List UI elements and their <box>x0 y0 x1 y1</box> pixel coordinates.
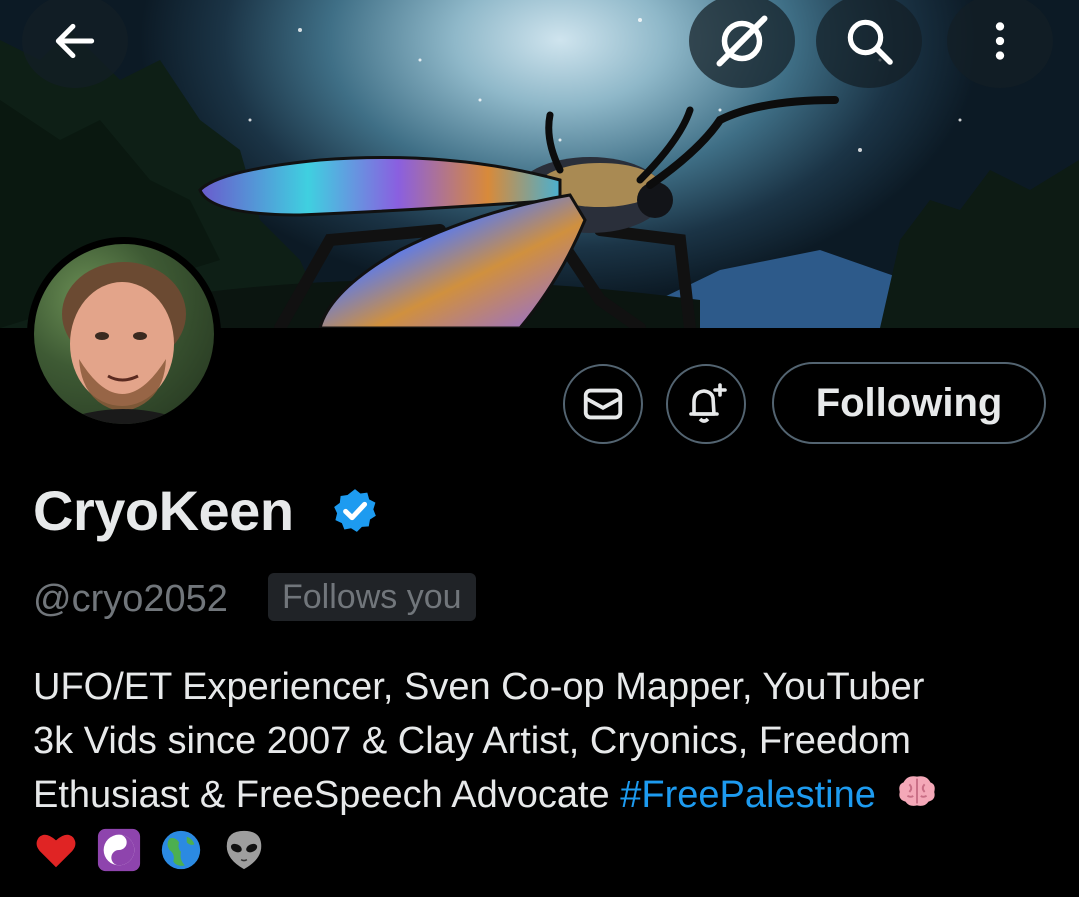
verified-badge-icon[interactable] <box>330 486 380 536</box>
hashtag-link[interactable]: #FreePalestine <box>620 774 876 816</box>
notifications-button[interactable] <box>666 364 746 444</box>
red-heart-emoji <box>36 834 76 868</box>
handle: @cryo2052 <box>33 578 228 620</box>
bio: UFO/ET Experiencer, Sven Co-op Mapper, Y… <box>33 660 1053 880</box>
follows-you-badge: Follows you <box>268 573 476 621</box>
more-vertical-icon <box>995 22 1005 60</box>
following-button[interactable]: Following <box>772 362 1046 444</box>
search-icon <box>847 19 893 65</box>
bio-line-3-text: Ethusiast & FreeSpeech Advocate <box>33 774 621 816</box>
display-name: CryoKeen <box>33 479 294 542</box>
globe-americas-emoji <box>161 830 201 870</box>
arrow-left-icon <box>55 23 95 59</box>
yin-yang-emoji <box>97 828 140 872</box>
avatar[interactable] <box>27 237 221 431</box>
brain-emoji <box>899 776 936 806</box>
bio-line-4 <box>33 826 1053 880</box>
grok-icon <box>716 15 768 67</box>
message-button[interactable] <box>563 364 643 444</box>
avatar-image <box>34 244 214 424</box>
bio-line-3: Ethusiast & FreeSpeech Advocate #FreePal… <box>33 768 1053 822</box>
bell-plus-icon <box>689 383 727 423</box>
alien-emoji <box>226 830 261 870</box>
mail-icon <box>583 388 623 420</box>
bio-line-2: 3k Vids since 2007 & Clay Artist, Cryoni… <box>33 720 911 762</box>
bio-line-1: UFO/ET Experiencer, Sven Co-op Mapper, Y… <box>33 666 925 708</box>
